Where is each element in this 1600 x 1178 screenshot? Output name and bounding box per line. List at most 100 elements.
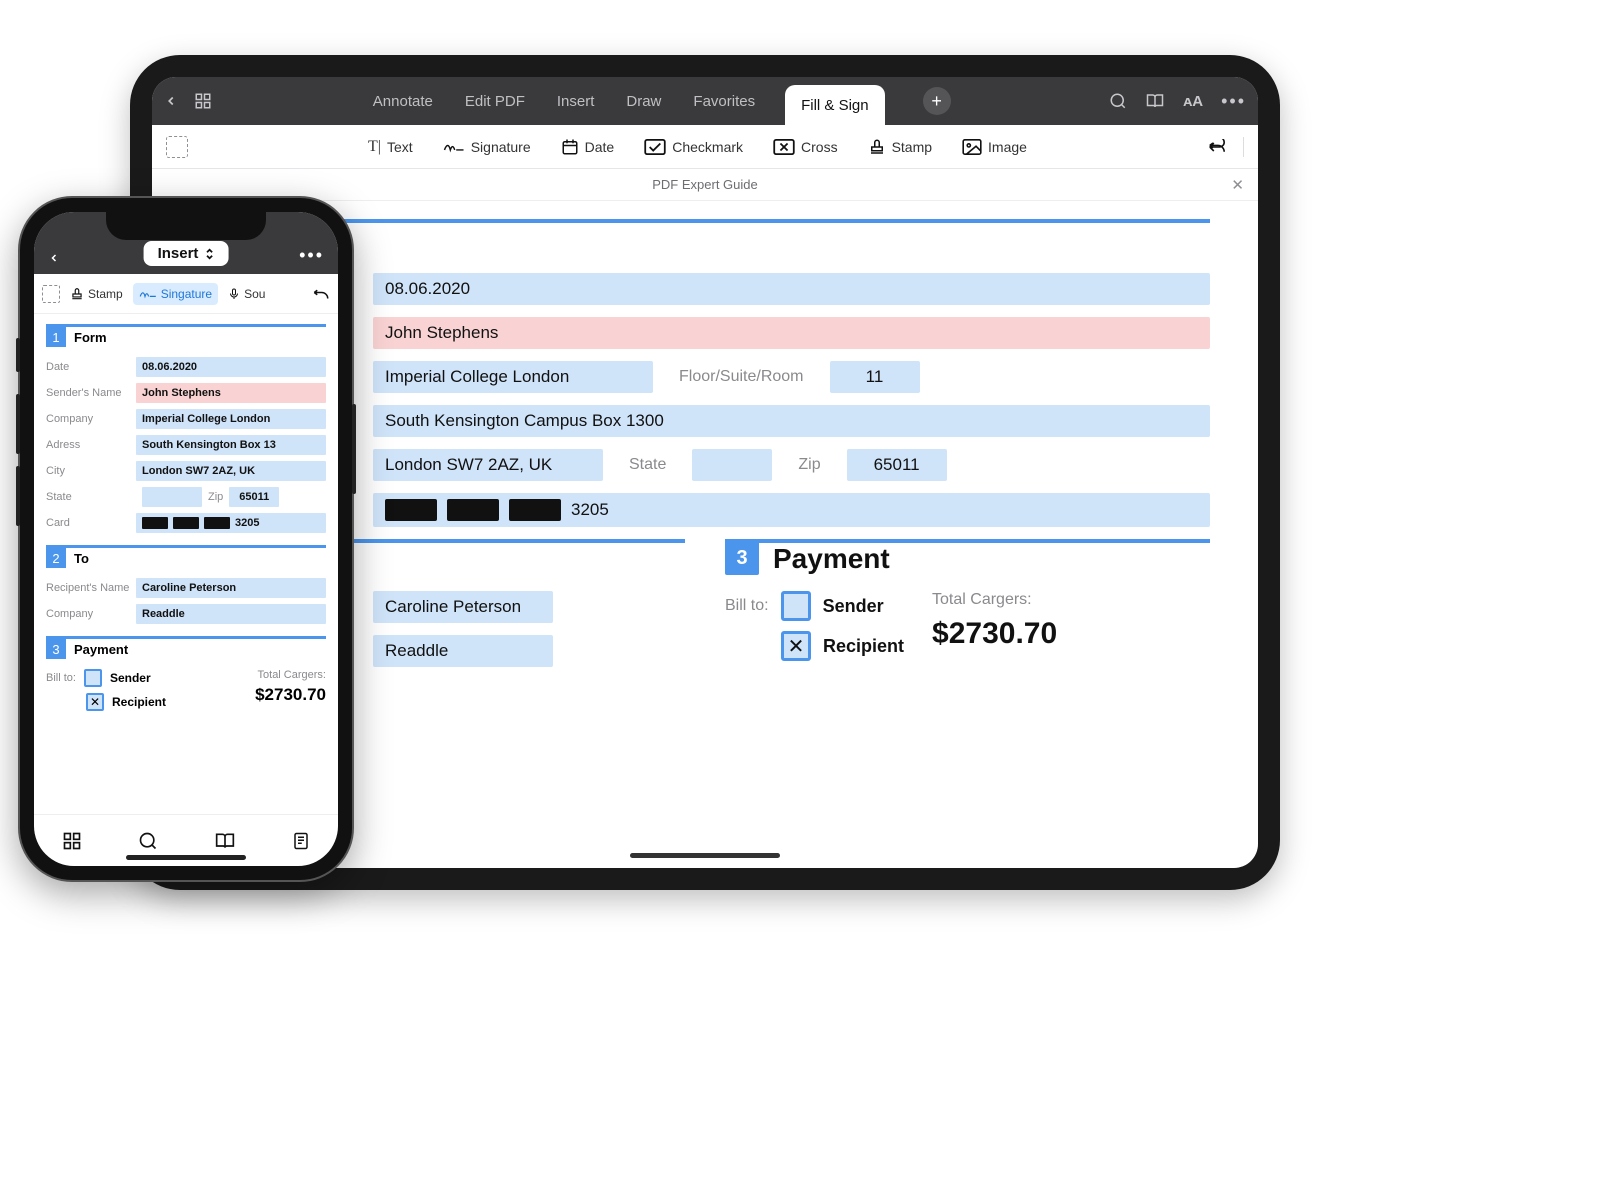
iphone-side-button [16, 394, 20, 454]
iphone-side-button [16, 338, 20, 372]
field-state[interactable] [692, 449, 772, 481]
tool-sound[interactable]: Sou [222, 283, 271, 305]
book-icon[interactable] [214, 831, 236, 851]
field-recipient[interactable]: Caroline Peterson [373, 591, 553, 623]
undo-icon[interactable] [1207, 139, 1227, 155]
back-icon[interactable] [48, 250, 60, 266]
field-address[interactable]: South Kensington Campus Box 1300 [373, 405, 1210, 437]
field-company[interactable]: Imperial College London [136, 409, 326, 429]
label-date: Date [46, 361, 136, 373]
book-icon[interactable] [1145, 92, 1165, 110]
card-last4: 3205 [235, 517, 259, 529]
card-last4: 3205 [571, 500, 609, 520]
ipad-toolbar: T| Text Signature Date [152, 125, 1258, 169]
tab-annotate[interactable]: Annotate [371, 77, 435, 125]
document-title: PDF Expert Guide [652, 177, 758, 192]
label-total-chargers: Total Cargers: [255, 669, 326, 681]
tool-checkmark-label: Checkmark [672, 139, 743, 155]
tool-checkmark[interactable]: Checkmark [636, 137, 751, 157]
tool-stamp[interactable]: Stamp [64, 283, 129, 305]
label-sender: Sender's Name [46, 387, 136, 399]
field-card[interactable]: 3205 [136, 513, 326, 533]
checkbox-recipient[interactable]: ✕ [781, 631, 811, 661]
tool-cross[interactable]: Cross [765, 137, 846, 157]
stamp-icon [868, 138, 886, 156]
field-date[interactable]: 08.06.2020 [136, 357, 326, 377]
chevron-updown-icon [204, 248, 214, 260]
field-company[interactable]: Imperial College London [373, 361, 653, 393]
undo-icon[interactable] [312, 287, 330, 301]
document-title-bar: PDF Expert Guide ✕ [152, 169, 1258, 201]
selection-tool-icon[interactable] [42, 285, 60, 303]
tool-signature[interactable]: Singature [133, 283, 218, 305]
field-to-company[interactable]: Readdle [373, 635, 553, 667]
field-to-company[interactable]: Readdle [136, 604, 326, 624]
field-state[interactable] [142, 487, 202, 507]
tool-sound-label: Sou [244, 287, 265, 301]
card-mask-block [447, 499, 499, 521]
more-icon[interactable]: ••• [1221, 91, 1246, 112]
image-icon [962, 139, 982, 155]
section-to-header: 2 To [46, 545, 326, 568]
field-zip[interactable]: 65011 [229, 487, 279, 507]
search-icon[interactable] [1109, 92, 1127, 110]
option-sender: Sender [110, 671, 151, 685]
total-amount: $2730.70 [255, 685, 326, 705]
tab-edit-pdf[interactable]: Edit PDF [463, 77, 527, 125]
stamp-icon [70, 287, 84, 301]
card-mask-block [142, 517, 168, 529]
grid-icon[interactable] [62, 831, 82, 851]
field-sender[interactable]: John Stephens [373, 317, 1210, 349]
section-payment: 3 Payment Bill to: Sender ✕ [725, 539, 1210, 679]
checkbox-recipient[interactable]: ✕ [86, 693, 104, 711]
field-city[interactable]: London SW7 2AZ, UK [373, 449, 603, 481]
tool-signature[interactable]: Signature [435, 137, 539, 157]
field-city[interactable]: London SW7 2AZ, UK [136, 461, 326, 481]
label-zip: Zip [208, 491, 223, 503]
signature-icon [139, 288, 157, 300]
field-sender[interactable]: John Stephens [136, 383, 326, 403]
tool-image-label: Image [988, 139, 1027, 155]
tab-favorites[interactable]: Favorites [691, 77, 757, 125]
tool-stamp[interactable]: Stamp [860, 136, 940, 158]
field-date[interactable]: 08.06.2020 [373, 273, 1210, 305]
field-recipient[interactable]: Caroline Peterson [136, 578, 326, 598]
field-zip[interactable]: 65011 [847, 449, 947, 481]
label-billto: Bill to: [725, 597, 769, 615]
field-address[interactable]: South Kensington Box 13 [136, 435, 326, 455]
close-icon[interactable]: ✕ [1231, 176, 1244, 194]
option-recipient: Recipient [112, 695, 166, 709]
tool-signature-label: Signature [471, 139, 531, 155]
tab-fill-sign[interactable]: Fill & Sign [785, 85, 885, 125]
tool-date[interactable]: Date [553, 136, 623, 158]
section-payment-header: 3 Payment [46, 636, 326, 659]
iphone-side-button [16, 466, 20, 526]
text-size-icon[interactable]: ᴀA [1183, 93, 1203, 110]
checkbox-sender[interactable] [84, 669, 102, 687]
field-card[interactable]: 3205 [373, 493, 1210, 527]
more-icon[interactable]: ••• [299, 245, 324, 266]
label-state: State [621, 456, 674, 474]
tool-stamp-label: Stamp [88, 287, 123, 301]
back-icon[interactable] [164, 94, 178, 108]
checkbox-sender[interactable] [781, 591, 811, 621]
label-zip: Zip [790, 456, 828, 474]
label-address: Adress [46, 439, 136, 451]
tab-insert[interactable]: Insert [555, 77, 597, 125]
iphone-document-body: 1 Form Date08.06.2020 Sender's NameJohn … [34, 314, 338, 814]
field-floor[interactable]: 11 [830, 361, 920, 393]
grid-icon[interactable] [194, 92, 212, 110]
selection-tool-icon[interactable] [166, 136, 188, 158]
tab-draw[interactable]: Draw [624, 77, 663, 125]
card-mask-block [385, 499, 437, 521]
tool-text[interactable]: T| Text [360, 136, 421, 158]
signature-icon [443, 140, 465, 154]
section-title-payment: Payment [74, 642, 128, 657]
document-icon[interactable] [292, 831, 310, 851]
tool-cross-label: Cross [801, 139, 838, 155]
label-state: State [46, 491, 136, 503]
add-tab-button[interactable]: + [923, 87, 951, 115]
tool-image[interactable]: Image [954, 137, 1035, 157]
mode-selector[interactable]: Insert [144, 241, 229, 266]
search-icon[interactable] [138, 831, 158, 851]
